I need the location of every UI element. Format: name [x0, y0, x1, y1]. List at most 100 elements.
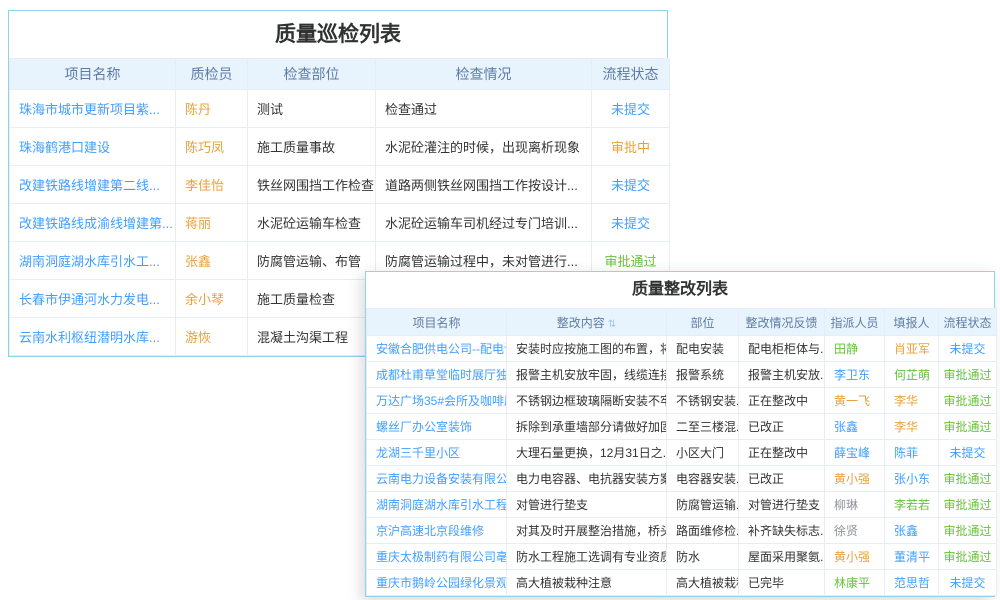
project-name-link[interactable]: 珠海市城市更新项目紫... — [10, 90, 176, 128]
column-header: 检查情况 — [376, 59, 592, 90]
column-header-label: 项目名称 — [412, 316, 460, 330]
status-badge: 未提交 — [592, 90, 670, 128]
project-name-link[interactable]: 螺丝厂办公室装饰 — [367, 414, 507, 440]
inspection-situation: 道路两侧铁丝网围挡工作按设计... — [376, 166, 592, 204]
status-badge: 未提交 — [939, 336, 997, 362]
inspection-row: 改建铁路线成渝线增建第...蒋丽水泥砼运输车检查水泥砼运输车司机经过专门培训..… — [10, 204, 670, 242]
column-header: 整改内容⇅ — [507, 309, 667, 336]
rectification-feedback: 对管进行垫支 — [739, 492, 825, 518]
column-header: 检查部位 — [248, 59, 376, 90]
column-header-label: 整改情况反馈 — [745, 316, 817, 330]
column-header-label: 填报人 — [893, 316, 929, 330]
rectification-part: 配电安装 — [667, 336, 739, 362]
inspection-location: 施工质量事故 — [248, 128, 376, 166]
column-header: 项目名称 — [367, 309, 507, 336]
reporter-name: 董清平 — [885, 544, 939, 570]
inspection-location: 混凝土沟渠工程 — [248, 318, 376, 356]
project-name-link[interactable]: 云南水利枢纽潜明水库... — [10, 318, 176, 356]
column-header-label: 整改内容 — [557, 316, 605, 330]
rectification-content: 对其及时开展整治措施，桥头... — [507, 518, 667, 544]
rectification-content: 报警主机安放牢固，线缆连接... — [507, 362, 667, 388]
rectification-row: 成都杜甫草堂临时展厅独立展...报警主机安放牢固，线缆连接...报警系统报警主机… — [367, 362, 997, 388]
reporter-name: 何芷萌 — [885, 362, 939, 388]
project-name-link[interactable]: 重庆市鹅岭公园绿化景观提升... — [367, 570, 507, 596]
rectification-table-title: 质量整改列表 — [366, 272, 994, 308]
project-name-link[interactable]: 云南电力设备安装有限公司20... — [367, 466, 507, 492]
inspection-row: 珠海鹤港口建设陈巧凤施工质量事故水泥砼灌注的时候，出现离析现象审批中 — [10, 128, 670, 166]
column-header-label: 项目名称 — [65, 66, 121, 82]
project-name-link[interactable]: 湖南洞庭湖水库引水工程施工1标 — [367, 492, 507, 518]
inspection-location: 防腐管运输、布管 — [248, 242, 376, 280]
project-name-link[interactable]: 改建铁路线增建第二线... — [10, 166, 176, 204]
project-name-link[interactable]: 改建铁路线成渝线增建第... — [10, 204, 176, 242]
rectification-feedback: 正在整改中 — [739, 388, 825, 414]
header-row: 项目名称整改内容⇅部位整改情况反馈指派人员填报人流程状态 — [367, 309, 997, 336]
rectification-feedback: 已完毕 — [739, 570, 825, 596]
assignee-name: 柳琳 — [825, 492, 885, 518]
inspection-location: 水泥砼运输车检查 — [248, 204, 376, 242]
rectification-content: 电力电容器、电抗器安装方案... — [507, 466, 667, 492]
rectification-row: 螺丝厂办公室装饰拆除到承重墙部分请做好加固...二至三楼混...已改正张鑫李华审… — [367, 414, 997, 440]
rectification-row: 安徽合肥供电公司--配电设备...安装时应按施工图的布置，将...配电安装配电柜… — [367, 336, 997, 362]
assignee-name: 黄小强 — [825, 466, 885, 492]
rectification-table-body: 安徽合肥供电公司--配电设备...安装时应按施工图的布置，将...配电安装配电柜… — [367, 336, 997, 596]
rectification-part: 防水 — [667, 544, 739, 570]
status-badge: 审批通过 — [939, 492, 997, 518]
inspection-table-head: 项目名称 质检员 检查部位 检查情况 流程状态 — [10, 59, 670, 90]
assignee-name: 黄一飞 — [825, 388, 885, 414]
rectification-content: 防水工程施工选调有专业资质... — [507, 544, 667, 570]
rectification-part: 高大植被栽种 — [667, 570, 739, 596]
rectification-part: 路面维修检... — [667, 518, 739, 544]
rectification-row: 重庆市鹅岭公园绿化景观提升...高大植被栽种注意高大植被栽种已完毕林康平范思哲未… — [367, 570, 997, 596]
project-name-link[interactable]: 龙湖三千里小区 — [367, 440, 507, 466]
column-header-label: 指派人员 — [830, 316, 878, 330]
reporter-name: 李若若 — [885, 492, 939, 518]
status-badge: 审批通过 — [939, 362, 997, 388]
column-header: 流程状态 — [592, 59, 670, 90]
rectification-feedback: 正在整改中 — [739, 440, 825, 466]
inspector-name: 蒋丽 — [176, 204, 248, 242]
project-name-link[interactable]: 重庆太极制药有限公司亳州中... — [367, 544, 507, 570]
column-header-label: 检查情况 — [456, 66, 512, 82]
rectification-part: 报警系统 — [667, 362, 739, 388]
inspection-location: 测试 — [248, 90, 376, 128]
column-header-label: 检查部位 — [284, 66, 340, 82]
project-name-link[interactable]: 湖南洞庭湖水库引水工... — [10, 242, 176, 280]
rectification-part: 小区大门 — [667, 440, 739, 466]
rectification-feedback: 补齐缺失标志... — [739, 518, 825, 544]
rectification-part: 防腐管运输... — [667, 492, 739, 518]
column-header-label: 流程状态 — [603, 66, 659, 82]
rectification-row: 湖南洞庭湖水库引水工程施工1标对管进行垫支防腐管运输...对管进行垫支柳琳李若若… — [367, 492, 997, 518]
status-badge: 审批通过 — [939, 414, 997, 440]
page: 质量巡检列表 项目名称质检员检查部位检查情况流程状态 珠海市城市更新项目紫...… — [0, 0, 1000, 600]
project-name-link[interactable]: 珠海鹤港口建设 — [10, 128, 176, 166]
project-name-link[interactable]: 万达广场35#会所及咖啡厅空... — [367, 388, 507, 414]
rectification-feedback: 配电柜柜体与... — [739, 336, 825, 362]
assignee-name: 李卫东 — [825, 362, 885, 388]
status-badge: 审批通过 — [939, 518, 997, 544]
project-name-link[interactable]: 京沪高速北京段维修 — [367, 518, 507, 544]
rectification-table-head: 项目名称整改内容⇅部位整改情况反馈指派人员填报人流程状态 — [367, 309, 997, 336]
status-badge: 审批通过 — [939, 466, 997, 492]
inspection-situation: 水泥砼灌注的时候，出现离析现象 — [376, 128, 592, 166]
project-name-link[interactable]: 成都杜甫草堂临时展厅独立展... — [367, 362, 507, 388]
project-name-link[interactable]: 长春市伊通河水力发电... — [10, 280, 176, 318]
rectification-row: 京沪高速北京段维修对其及时开展整治措施，桥头...路面维修检...补齐缺失标志.… — [367, 518, 997, 544]
inspector-name: 李佳怡 — [176, 166, 248, 204]
assignee-name: 张鑫 — [825, 414, 885, 440]
status-badge: 未提交 — [592, 166, 670, 204]
reporter-name: 张鑫 — [885, 518, 939, 544]
rectification-part: 二至三楼混... — [667, 414, 739, 440]
status-badge: 审批中 — [592, 128, 670, 166]
rectification-content: 不锈钢边框玻璃隔断安装不牢... — [507, 388, 667, 414]
inspection-situation: 水泥砼运输车司机经过专门培训... — [376, 204, 592, 242]
inspection-location: 铁丝网围挡工作检查 — [248, 166, 376, 204]
assignee-name: 黄小强 — [825, 544, 885, 570]
project-name-link[interactable]: 安徽合肥供电公司--配电设备... — [367, 336, 507, 362]
column-header: 质检员 — [176, 59, 248, 90]
inspector-name: 余小琴 — [176, 280, 248, 318]
rectification-feedback: 已改正 — [739, 466, 825, 492]
inspection-row: 改建铁路线增建第二线...李佳怡铁丝网围挡工作检查道路两侧铁丝网围挡工作按设计.… — [10, 166, 670, 204]
sort-icon[interactable]: ⇅ — [608, 319, 616, 330]
reporter-name: 范思哲 — [885, 570, 939, 596]
